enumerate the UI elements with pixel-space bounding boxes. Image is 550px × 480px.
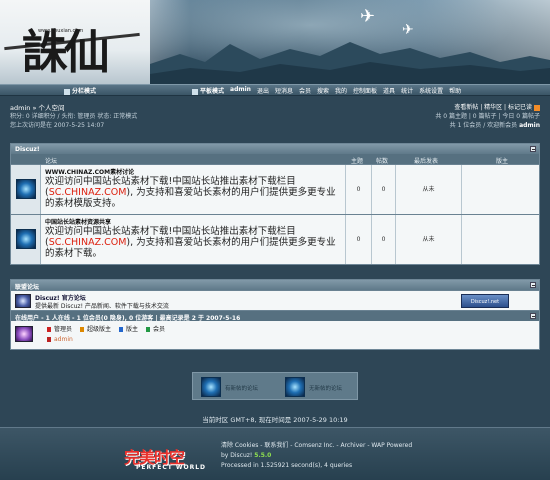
- flat-mode-icon: [192, 88, 198, 95]
- collapse-icon[interactable]: [530, 313, 536, 319]
- new-posts-icon: [201, 377, 221, 397]
- nav-search[interactable]: 搜索: [317, 86, 329, 95]
- nav-bar: 分栏模式 平板模式 admin 退出 短消息 会员 搜索 我的 控制面板 道具 …: [0, 84, 550, 96]
- nav-logout[interactable]: 退出: [257, 86, 269, 95]
- user-info-bar: admin » 个人空间 积分: 0 详细积分 / 头衔: 管理员 状态: 正常…: [10, 102, 540, 134]
- role-legend: 管理员 超级版主 版主 会员: [47, 324, 165, 333]
- last-visit: 您上次访问是在 2007-5-25 14:07: [10, 122, 105, 129]
- forum-title-link[interactable]: 中国站长站素材资源共享: [45, 217, 339, 226]
- site-banner: 誅仙 www.zhuxian.com ✈ ✈: [0, 0, 550, 84]
- category-header: Discuz!: [11, 144, 539, 154]
- legend-super-mod: 超级版主: [80, 324, 111, 333]
- no-new-posts-icon: [285, 377, 305, 397]
- legend-new-posts: 有新帖的论坛: [197, 377, 275, 397]
- footer-links[interactable]: 清除 Cookies - 联系我们 - Comsenz Inc. - Archi…: [221, 441, 412, 451]
- footer-info: 清除 Cookies - 联系我们 - Comsenz Inc. - Archi…: [221, 441, 412, 471]
- league-row: Discuz! 官方论坛 提供最新 Discuz! 产品新闻、软件下载与技术交流…: [11, 290, 539, 310]
- topic-count: 0: [345, 165, 371, 214]
- pin-icon: [146, 327, 151, 332]
- pin-icon: [47, 337, 51, 342]
- pin-icon: [80, 327, 85, 332]
- online-users-icon: [15, 326, 33, 342]
- nav-user[interactable]: admin: [230, 86, 251, 95]
- legend-member: 会员: [146, 324, 165, 333]
- mode-split-button[interactable]: 分栏模式: [64, 86, 96, 95]
- nav-stats[interactable]: 统计: [401, 86, 413, 95]
- post-count: 0: [371, 215, 395, 264]
- rss-icon[interactable]: [534, 104, 540, 111]
- pin-icon: [119, 327, 124, 332]
- online-users: 管理员 超级版主 版主 会员 admin: [11, 321, 539, 349]
- discuz-badge[interactable]: Discuz!.net: [461, 294, 509, 308]
- timezone-info: 当前时区 GMT+8, 现在时间是 2007-5-29 10:19: [202, 416, 348, 424]
- moderators-cell: [461, 215, 541, 264]
- crane-icon: ✈: [402, 22, 414, 38]
- nav-control-panel[interactable]: 控制面板: [353, 86, 377, 95]
- user-credits: 积分: 0 详细积分 / 头衔: 管理员 状态: 正常模式: [10, 113, 138, 120]
- collapse-icon[interactable]: [530, 146, 536, 152]
- split-mode-icon: [64, 88, 70, 95]
- nav-items[interactable]: 道具: [383, 86, 395, 95]
- site-url: www.zhuxian.com: [38, 28, 84, 34]
- post-stats: 共 0 篇主题 | 0 篇帖子 | 今日 0 篇帖子: [435, 113, 540, 120]
- forum-description: 欢迎访问中国站长站素材下载!中国站长站推出素材下载栏目(SC.CHINAZ.CO…: [45, 176, 336, 209]
- forum-row: WWW.CHINAZ.COM素材讨论 欢迎访问中国站长站素材下载!中国站长站推出…: [11, 164, 539, 214]
- league-description: 提供最新 Discuz! 产品新闻、软件下载与技术交流: [35, 303, 169, 310]
- league-forums: 联盟论坛 Discuz! 官方论坛 提供最新 Discuz! 产品新闻、软件下载…: [10, 279, 540, 350]
- nav-my[interactable]: 我的: [335, 86, 347, 95]
- forum-category: Discuz! 论坛 主题 帖数 最后发表 版主 WWW.CHINAZ.COM素…: [10, 143, 540, 265]
- calligraphy-script: [444, 8, 544, 64]
- forum-status-icon: [16, 229, 36, 249]
- legend-admin: 管理员: [47, 324, 72, 333]
- mode-flat-button[interactable]: 平板模式: [192, 86, 224, 95]
- quick-links[interactable]: 查看新帖 | 精华区 | 标记已读: [454, 102, 540, 111]
- version-label: 5.5.0: [254, 452, 272, 459]
- last-post: 从未: [395, 215, 461, 264]
- discuz-logo-icon: [15, 294, 31, 308]
- forum-status-icon: [16, 179, 36, 199]
- topic-count: 0: [345, 215, 371, 264]
- collapse-icon[interactable]: [530, 282, 536, 288]
- crane-icon: ✈: [360, 6, 376, 27]
- member-stats: 共 1 位会员 / 欢迎新会员 admin: [449, 122, 540, 129]
- post-count: 0: [371, 165, 395, 214]
- nav-members[interactable]: 会员: [299, 86, 311, 95]
- legend-mod: 版主: [119, 324, 138, 333]
- perfect-world-logo[interactable]: 完美时空 PERFECT WORLD: [124, 444, 208, 472]
- site-logo[interactable]: 誅仙: [22, 16, 110, 82]
- powered-by: by Discuz! 5.5.0: [221, 452, 272, 459]
- pin-icon: [47, 327, 51, 332]
- moderators-cell: [461, 165, 541, 214]
- online-user[interactable]: admin: [47, 336, 73, 343]
- forum-icon-legend: 有新帖的论坛 无新帖的论坛: [192, 372, 358, 400]
- forum-row: 中国站长站素材资源共享 欢迎访问中国站长站素材下载!中国站长站推出素材下载栏目(…: [11, 214, 539, 264]
- column-headers: 论坛 主题 帖数 最后发表 版主: [11, 154, 539, 165]
- league-header: 联盟论坛: [11, 280, 539, 291]
- page-footer: 完美时空 PERFECT WORLD 清除 Cookies - 联系我们 - C…: [0, 427, 550, 480]
- legend-no-new: 无新帖的论坛: [281, 377, 359, 397]
- forum-desc-link[interactable]: SC.CHINAZ.COM: [49, 237, 127, 248]
- nav-messages[interactable]: 短消息: [275, 86, 293, 95]
- forum-description: 欢迎访问中国站长站素材下载!中国站长站推出素材下载栏目(SC.CHINAZ.CO…: [45, 226, 336, 259]
- nav-links: 平板模式 admin 退出 短消息 会员 搜索 我的 控制面板 道具 统计 系统…: [192, 86, 461, 95]
- nav-system-settings[interactable]: 系统设置: [419, 86, 443, 95]
- forum-desc-link[interactable]: SC.CHINAZ.COM: [49, 187, 127, 198]
- processing-time: Processed in 1.525921 second(s), 4 queri…: [221, 462, 353, 469]
- new-member-link[interactable]: admin: [519, 122, 540, 129]
- nav-help[interactable]: 帮助: [449, 86, 461, 95]
- forum-title-link[interactable]: WWW.CHINAZ.COM素材讨论: [45, 167, 339, 176]
- last-post: 从未: [395, 165, 461, 214]
- online-header: 在线用户 - 1 人在线 - 1 位会员(0 隐身), 0 位游客 | 最高记录…: [11, 310, 539, 322]
